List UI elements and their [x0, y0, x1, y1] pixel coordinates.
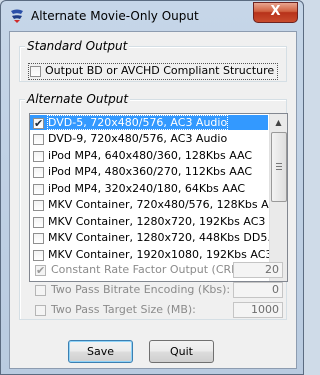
- list-item-label: iPod MP4, 640x480/360, 128Kbs AAC: [48, 149, 253, 162]
- bd-avchd-checkbox-label: Output BD or AVCHD Compliant Structure: [45, 64, 275, 77]
- list-item[interactable]: MKV Container, 720x480/576, 128Kbs AC3: [30, 197, 283, 212]
- scrollbar-thumb[interactable]: [271, 132, 287, 202]
- list-item-checkbox[interactable]: [33, 150, 44, 162]
- list-item-label: iPod MP4, 320x240/180, 64Kbs AAC: [48, 182, 246, 195]
- save-button[interactable]: Save: [68, 340, 133, 363]
- quit-button[interactable]: Quit: [149, 340, 214, 363]
- bd-avchd-checkbox-row[interactable]: Output BD or AVCHD Compliant Structure: [28, 63, 279, 80]
- bitrate-option[interactable]: Two Pass Bitrate Encoding (Kbs):: [35, 282, 230, 298]
- list-item-checkbox[interactable]: [33, 116, 44, 131]
- target-size-option[interactable]: Two Pass Target Size (MB):: [35, 302, 196, 318]
- thumb-grip-line: [276, 169, 282, 170]
- list-item-label: MKV Container, 1280x720, 448Kbs DD5.1: [48, 231, 278, 244]
- list-item-checkbox[interactable]: [33, 249, 44, 261]
- bd-avchd-checkbox[interactable]: [30, 65, 41, 77]
- crf-checkbox[interactable]: [35, 263, 46, 279]
- list-item-label: MKV Container, 1920x1080, 192Kbs AC3: [48, 248, 273, 261]
- bitrate-label: Two Pass Bitrate Encoding (Kbs):: [51, 283, 231, 296]
- listbox-scrollbar[interactable]: ▲ ▼: [269, 114, 287, 281]
- target-size-value-field[interactable]: 1000: [233, 302, 283, 318]
- scroll-up-arrow-icon[interactable]: ▲: [270, 114, 287, 131]
- target-size-label: Two Pass Target Size (MB):: [51, 303, 196, 316]
- app-logo-icon: [11, 9, 23, 23]
- list-item[interactable]: MKV Container, 1280x720, 192Kbs AC3: [30, 214, 268, 229]
- dialog-window: Alternate Movie-Only Ouput X Standard Ou…: [0, 0, 304, 375]
- window-title: Alternate Movie-Only Ouput: [31, 9, 199, 23]
- list-item-checkbox[interactable]: [33, 216, 44, 228]
- standard-output-legend: Standard Output: [25, 39, 130, 53]
- list-item-checkbox[interactable]: [33, 133, 44, 145]
- bitrate-value-field[interactable]: 0: [233, 282, 283, 298]
- bitrate-checkbox[interactable]: [35, 284, 46, 296]
- list-item[interactable]: MKV Container, 1920x1080, 192Kbs AC3: [30, 247, 272, 262]
- list-item[interactable]: DVD-9, 720x480/576, AC3 Audio: [30, 131, 268, 146]
- dialog-client-area: Standard Output Output BD or AVCHD Compl…: [9, 31, 297, 369]
- list-item-checkbox[interactable]: [33, 183, 44, 195]
- target-size-checkbox[interactable]: [35, 304, 46, 316]
- thumb-grip-line: [276, 166, 282, 167]
- list-item-label: MKV Container, 1280x720, 192Kbs AC3: [48, 215, 266, 228]
- list-item-label: MKV Container, 720x480/576, 128Kbs AC3: [48, 198, 284, 211]
- list-item[interactable]: iPod MP4, 640x480/360, 128Kbs AAC: [30, 148, 268, 163]
- list-item[interactable]: iPod MP4, 320x240/180, 64Kbs AAC: [30, 181, 268, 196]
- list-item-label: DVD-9, 720x480/576, AC3 Audio: [48, 132, 228, 145]
- list-item-checkbox[interactable]: [33, 166, 44, 178]
- list-item[interactable]: MKV Container, 1280x720, 448Kbs DD5.1: [30, 230, 278, 245]
- alternate-output-legend: Alternate Output: [25, 92, 131, 106]
- alternate-output-listbox[interactable]: DVD-5, 720x480/576, AC3 Audio DVD-9, 720…: [29, 113, 288, 282]
- list-item[interactable]: iPod MP4, 480x360/270, 112Kbs AAC: [30, 164, 268, 179]
- crf-label: Constant Rate Factor Output (CRF):: [51, 263, 246, 276]
- crf-value-field[interactable]: 20: [233, 262, 283, 278]
- list-item-label: DVD-5, 720x480/576, AC3 Audio: [46, 115, 229, 130]
- list-item-checkbox[interactable]: [33, 232, 44, 244]
- title-bar[interactable]: Alternate Movie-Only Ouput X: [1, 1, 303, 31]
- crf-option[interactable]: Constant Rate Factor Output (CRF):: [35, 262, 246, 279]
- thumb-grip-line: [276, 163, 282, 164]
- list-item-label: iPod MP4, 480x360/270, 112Kbs AAC: [48, 165, 253, 178]
- close-button[interactable]: X: [253, 2, 298, 23]
- list-item[interactable]: DVD-5, 720x480/576, AC3 Audio: [30, 115, 268, 131]
- list-item-checkbox[interactable]: [33, 199, 44, 211]
